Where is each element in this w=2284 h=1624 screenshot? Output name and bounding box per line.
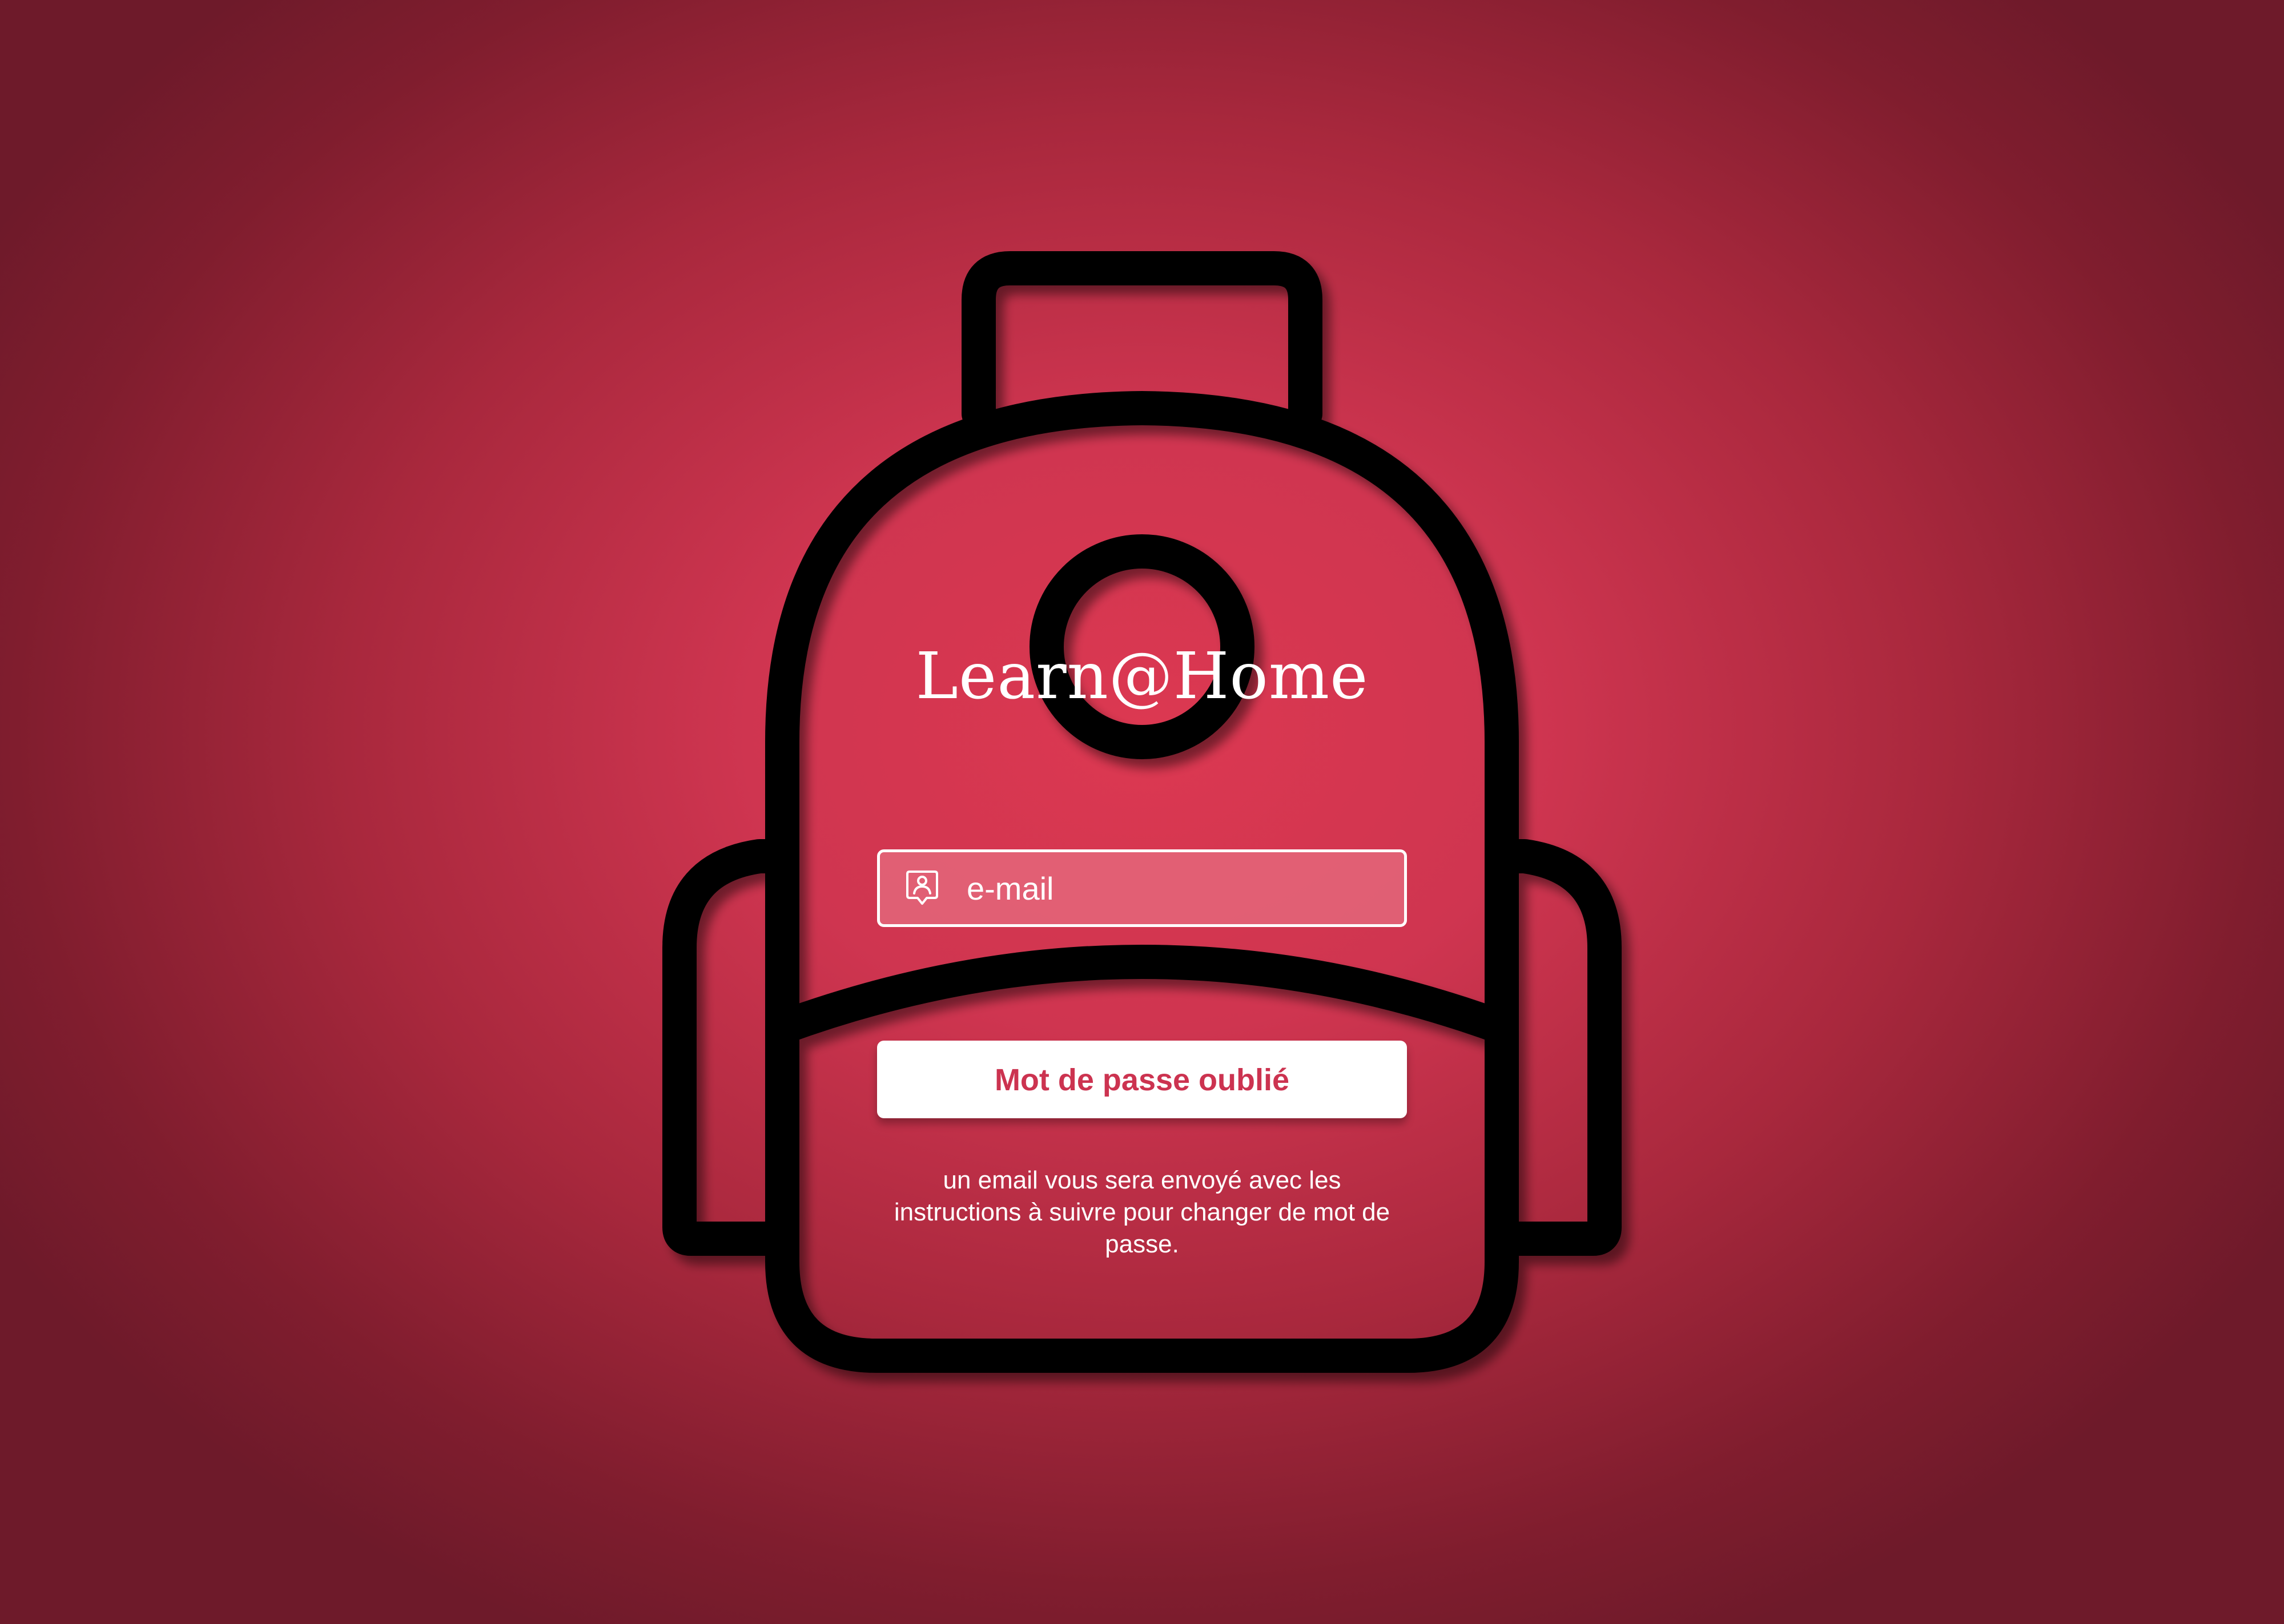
- user-badge-icon: [906, 871, 938, 905]
- email-field[interactable]: [877, 849, 1407, 927]
- email-input[interactable]: [967, 860, 1401, 917]
- forgot-password-button[interactable]: Mot de passe oublié: [877, 1041, 1407, 1118]
- backpack-pocket-seam: [765, 945, 1519, 1045]
- reset-instructions-text: un email vous sera envoyé avec les instr…: [894, 1166, 1390, 1258]
- app-title: Learn@Home: [915, 639, 1369, 714]
- backpack-illustration: [662, 251, 1622, 1373]
